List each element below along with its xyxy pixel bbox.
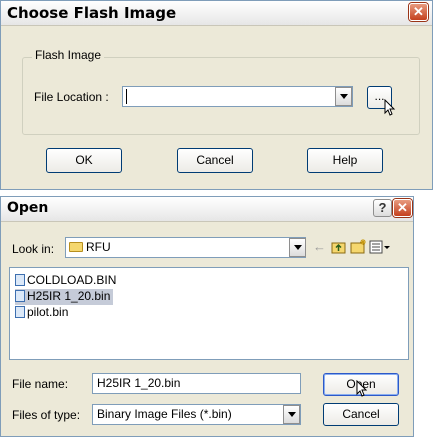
file-location-label: File Location : bbox=[34, 90, 109, 104]
file-name-input[interactable]: H25IR 1_20.bin bbox=[92, 373, 301, 394]
mouse-cursor-icon bbox=[356, 380, 368, 397]
ok-button[interactable]: OK bbox=[46, 148, 122, 173]
view-menu-icon[interactable] bbox=[369, 240, 391, 254]
files-of-type-select[interactable]: Binary Image Files (*.bin) bbox=[92, 404, 301, 425]
back-arrow-icon[interactable]: ← bbox=[313, 240, 327, 254]
dialog-title: Open bbox=[7, 200, 49, 216]
chevron-down-icon[interactable] bbox=[283, 405, 300, 424]
help-icon[interactable]: ? bbox=[373, 199, 392, 217]
list-item[interactable]: COLDLOAD.BIN bbox=[15, 273, 116, 289]
title-bar: Open ? ✕ bbox=[1, 197, 413, 222]
dialog-title: Choose Flash Image bbox=[7, 4, 177, 22]
up-folder-icon[interactable] bbox=[331, 240, 346, 254]
group-label: Flash Image bbox=[32, 48, 105, 62]
choose-flash-image-dialog: Choose Flash Image ✕ Flash Image File Lo… bbox=[0, 0, 433, 190]
chevron-down-icon[interactable] bbox=[289, 238, 306, 257]
folder-icon bbox=[69, 242, 83, 252]
file-list[interactable]: COLDLOAD.BIN H25IR 1_20.bin pilot.bin bbox=[9, 267, 409, 360]
cancel-button[interactable]: Cancel bbox=[323, 403, 399, 426]
mouse-cursor-icon bbox=[384, 99, 396, 116]
file-icon bbox=[15, 274, 25, 286]
file-location-input[interactable] bbox=[122, 86, 353, 107]
look-in-select[interactable]: RFU bbox=[65, 237, 306, 258]
file-icon bbox=[15, 290, 25, 302]
cancel-button[interactable]: Cancel bbox=[177, 148, 253, 173]
look-in-label: Look in: bbox=[12, 242, 55, 256]
help-button[interactable]: Help bbox=[307, 148, 383, 173]
file-name-label: File name: bbox=[12, 377, 69, 391]
list-item-selected[interactable]: H25IR 1_20.bin bbox=[15, 289, 114, 305]
list-item[interactable]: pilot.bin bbox=[15, 305, 68, 321]
open-dialog: Open ? ✕ Look in: RFU ← COLDLOAD.BIN H25… bbox=[0, 196, 414, 437]
close-icon[interactable]: ✕ bbox=[409, 3, 428, 21]
look-in-value: RFU bbox=[86, 240, 111, 254]
close-icon[interactable]: ✕ bbox=[393, 199, 412, 217]
new-folder-icon[interactable] bbox=[350, 238, 367, 254]
text-caret bbox=[126, 89, 127, 104]
chevron-down-icon[interactable] bbox=[335, 87, 352, 106]
files-of-type-label: Files of type: bbox=[12, 408, 81, 422]
file-icon bbox=[15, 306, 25, 318]
title-bar: Choose Flash Image ✕ bbox=[1, 1, 432, 26]
